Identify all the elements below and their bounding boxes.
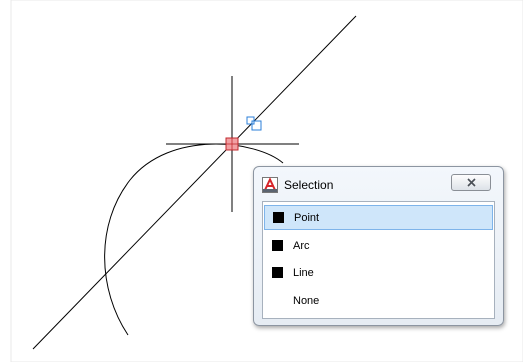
close-button[interactable] <box>451 174 491 191</box>
option-none[interactable]: None <box>264 288 493 313</box>
selection-dialog: Selection Point Arc Line None <box>253 166 504 326</box>
dialog-titlebar[interactable]: Selection <box>262 174 495 195</box>
option-label: None <box>293 294 320 307</box>
option-label: Line <box>293 266 314 279</box>
swatch-icon <box>272 240 283 251</box>
close-icon <box>466 178 476 187</box>
selection-list: Point Arc Line None <box>262 201 495 319</box>
grip-marker-icon <box>246 116 262 131</box>
option-label: Arc <box>293 239 310 252</box>
dialog-title: Selection <box>284 178 334 192</box>
option-line[interactable]: Line <box>264 260 493 285</box>
autocad-app-icon <box>262 177 278 193</box>
option-point[interactable]: Point <box>264 205 493 230</box>
swatch-icon <box>273 212 284 223</box>
swatch-icon <box>272 267 283 278</box>
option-arc[interactable]: Arc <box>264 233 493 258</box>
option-label: Point <box>294 211 320 224</box>
